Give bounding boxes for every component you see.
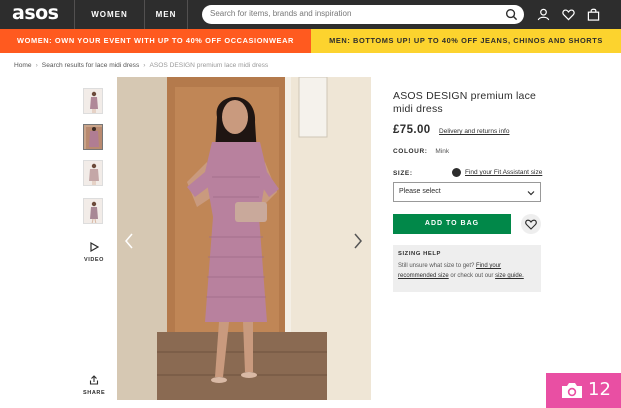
sizing-help-intro: Still unsure what size to get? [398, 263, 475, 269]
save-for-later-button[interactable] [521, 214, 541, 234]
add-to-bag-button[interactable]: ADD TO BAG [393, 214, 511, 234]
shopping-bag-icon[interactable] [587, 8, 600, 21]
product-title: ASOS DESIGN premium lace midi dress [393, 90, 537, 115]
share-icon [89, 375, 99, 385]
top-navigation-bar: asos WOMEN MEN Search for items, brands … [0, 0, 621, 29]
breadcrumb: Home › Search results for lace midi dress ›… [14, 62, 268, 69]
size-guide-link[interactable]: size guide. [495, 273, 524, 279]
fit-assistant-label: Find your Fit Assistant size [465, 169, 543, 176]
asos-logo[interactable]: asos [12, 2, 59, 24]
photo-count-badge: 12 [546, 373, 621, 408]
breadcrumb-home[interactable]: Home [14, 62, 32, 69]
share-button[interactable]: SHARE [83, 372, 105, 396]
size-label: SIZE: [393, 170, 413, 177]
product-thumbnail[interactable] [83, 124, 103, 150]
promo-banner-men[interactable]: MEN: BOTTOMS UP! UP TO 40% OFF JEANS, CH… [311, 29, 621, 53]
delivery-returns-link[interactable]: Delivery and returns info [439, 128, 509, 135]
search-icon[interactable] [505, 8, 518, 21]
size-select[interactable]: Please select [393, 182, 541, 202]
product-thumbnail[interactable] [83, 198, 103, 224]
saved-items-heart-icon[interactable] [562, 8, 575, 21]
promo-banner-women[interactable]: WOMEN: OWN YOUR EVENT WITH UP TO 40% OFF… [0, 29, 311, 53]
photo-count: 12 [588, 379, 611, 400]
fit-assistant-icon [452, 168, 461, 177]
sizing-help-title: SIZING HELP [398, 251, 441, 257]
breadcrumb-search-results[interactable]: Search results for lace midi dress [42, 62, 139, 69]
search-placeholder: Search for items, brands and inspiration [210, 9, 352, 18]
sizing-help-mid: or check out our [450, 273, 494, 279]
breadcrumb-separator: › [35, 62, 38, 69]
colour-row: COLOUR: Mink [393, 148, 449, 155]
product-price: £75.00 [393, 124, 431, 136]
share-label: SHARE [83, 390, 106, 396]
breadcrumb-current: ASOS DESIGN premium lace midi dress [149, 62, 269, 69]
heart-icon [525, 219, 537, 230]
main-product-image [117, 77, 371, 400]
search-input[interactable]: Search for items, brands and inspiration [202, 5, 524, 24]
fit-assistant-link[interactable]: Find your Fit Assistant size [452, 168, 542, 177]
previous-image-arrow-icon[interactable] [124, 232, 134, 250]
chevron-down-icon [527, 191, 535, 196]
camera-icon [562, 383, 582, 398]
video-label: VIDEO [83, 257, 105, 263]
nav-tab-men[interactable]: MEN [144, 0, 188, 29]
next-image-arrow-icon[interactable] [353, 232, 363, 250]
play-icon [90, 241, 100, 253]
size-select-value: Please select [399, 188, 441, 195]
sizing-help-panel: SIZING HELP Still unsure what size to ge… [393, 245, 541, 292]
breadcrumb-separator: › [143, 62, 146, 69]
sizing-help-text: Still unsure what size to get? Find your… [398, 261, 536, 281]
product-photo [117, 77, 371, 400]
product-thumbnail[interactable] [83, 88, 103, 114]
account-icon[interactable] [537, 8, 550, 21]
colour-label: COLOUR: [393, 148, 428, 155]
nav-tab-women[interactable]: WOMEN [74, 0, 144, 29]
price-row: £75.00 Delivery and returns info [393, 120, 509, 138]
colour-value: Mink [435, 148, 450, 155]
product-thumbnail[interactable] [83, 160, 103, 186]
video-button[interactable]: VIDEO [83, 239, 105, 263]
